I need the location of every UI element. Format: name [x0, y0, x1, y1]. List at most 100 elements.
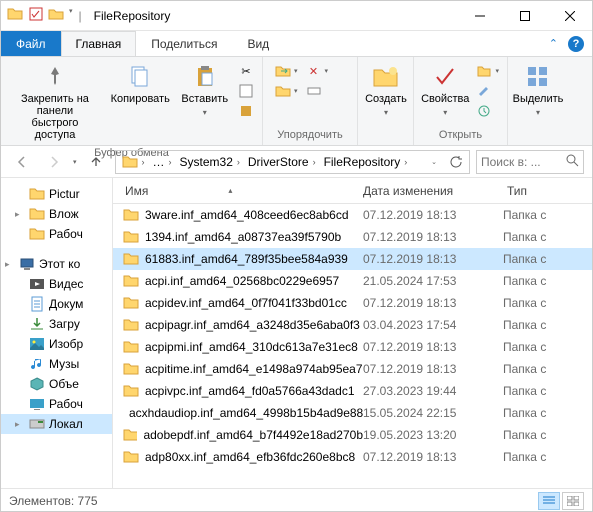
crumb-system32[interactable]: System32› — [176, 151, 244, 173]
select-icon — [527, 63, 549, 91]
tab-file[interactable]: Файл — [1, 31, 61, 56]
paste-button[interactable]: Вставить ▾ — [175, 59, 234, 121]
body: Pictur▸ВложРабоч▸Этот коВидесДокумЗагруИ… — [1, 178, 592, 488]
table-row[interactable]: acpidev.inf_amd64_0f7f041f33bd01cc07.12.… — [113, 292, 592, 314]
navigation-pane[interactable]: Pictur▸ВложРабоч▸Этот коВидесДокумЗагруИ… — [1, 178, 113, 488]
nav-item[interactable]: Объе — [1, 374, 112, 394]
pin-icon — [43, 63, 67, 91]
table-row[interactable]: 1394.inf_amd64_a08737ea39f5790b07.12.201… — [113, 226, 592, 248]
nav-forward-button[interactable] — [41, 149, 67, 175]
tab-share[interactable]: Поделиться — [136, 31, 232, 56]
cut-icon: ✂ — [238, 63, 254, 79]
tab-home[interactable]: Главная — [61, 31, 137, 56]
edit-button[interactable] — [474, 82, 501, 100]
open-button[interactable]: ▾ — [474, 62, 501, 80]
close-button[interactable] — [547, 1, 592, 31]
shortcut-icon — [238, 103, 254, 119]
rename-button[interactable] — [304, 82, 331, 100]
nav-item[interactable]: Рабоч — [1, 394, 112, 414]
pasteshortcut-button[interactable] — [236, 102, 256, 120]
table-row[interactable]: acpipmi.inf_amd64_310dc613a7e31ec807.12.… — [113, 336, 592, 358]
properties-button[interactable]: Свойства ▾ — [418, 59, 472, 121]
select-button[interactable]: Выделить ▾ — [512, 59, 564, 121]
open-icon — [476, 63, 492, 79]
qat-properties-icon[interactable] — [29, 7, 43, 24]
ribbon-tabs: Файл Главная Поделиться Вид ⌃ ? — [1, 31, 592, 56]
folder-icon — [7, 6, 23, 25]
copy-button[interactable]: Копировать — [105, 59, 176, 109]
copyto-button[interactable]: ▾ — [273, 82, 300, 100]
nav-item[interactable]: Загру — [1, 314, 112, 334]
table-row[interactable]: 3ware.inf_amd64_408ceed6ec8ab6cd07.12.20… — [113, 204, 592, 226]
table-row[interactable]: acpitime.inf_amd64_e1498a974ab95ea707.12… — [113, 358, 592, 380]
nav-item[interactable]: ▸Локал — [1, 414, 112, 434]
history-button[interactable] — [474, 102, 501, 120]
table-row[interactable]: 61883.inf_amd64_789f35bee584a93907.12.20… — [113, 248, 592, 270]
nav-item[interactable]: ▸Влож — [1, 204, 112, 224]
nav-up-button[interactable] — [83, 149, 109, 175]
nav-item[interactable]: Pictur — [1, 184, 112, 204]
copypath-button[interactable] — [236, 82, 256, 100]
qat-dropdown-icon[interactable]: ▾ — [69, 7, 73, 24]
statusbar: Элементов: 775 — [1, 488, 592, 512]
searchbox[interactable] — [476, 150, 584, 174]
col-name[interactable]: Имя▴ — [119, 184, 363, 198]
search-input[interactable] — [481, 155, 562, 169]
cut-button[interactable]: ✂ — [236, 62, 256, 80]
newfolder-icon — [373, 63, 399, 91]
address-dropdown-icon[interactable]: ⌄ — [423, 151, 445, 173]
maximize-button[interactable] — [502, 1, 547, 31]
nav-back-button[interactable] — [9, 149, 35, 175]
addressbar[interactable]: › …› System32› DriverStore› FileReposito… — [115, 150, 470, 174]
paste-icon — [193, 63, 217, 91]
table-row[interactable]: acpi.inf_amd64_02568bc0229e695721.05.202… — [113, 270, 592, 292]
nav-item[interactable]: Музы — [1, 354, 112, 374]
moveto-icon — [275, 63, 291, 79]
col-type[interactable]: Тип — [503, 184, 592, 198]
history-icon — [476, 103, 492, 119]
titlebar: ▾ | FileRepository — [1, 1, 592, 31]
column-headers: Имя▴ Дата изменения Тип — [113, 178, 592, 204]
moveto-button[interactable]: ▾ — [273, 62, 300, 80]
group-open-label: Открыть — [418, 127, 503, 143]
group-organize-label: Упорядочить — [267, 127, 353, 143]
delete-icon: ✕ — [306, 63, 322, 79]
new-button[interactable]: Создать ▾ — [362, 59, 410, 121]
crumb-filerepository[interactable]: FileRepository› — [320, 151, 412, 173]
tab-view[interactable]: Вид — [232, 31, 284, 56]
window-title: FileRepository — [88, 9, 171, 23]
table-row[interactable]: adp80xx.inf_amd64_efb36fdc260e8bc807.12.… — [113, 446, 592, 468]
nav-item[interactable]: Рабоч — [1, 224, 112, 244]
view-large-button[interactable] — [562, 492, 584, 510]
rename-icon — [306, 83, 322, 99]
copyto-icon — [275, 83, 291, 99]
pin-button[interactable]: Закрепить на панели быстрого доступа — [5, 59, 105, 145]
table-row[interactable]: adobepdf.inf_amd64_b7f4492e18ad270b19.05… — [113, 424, 592, 446]
status-count: 775 — [78, 494, 98, 508]
table-row[interactable]: acxhdaudiop.inf_amd64_4998b15b4ad9e88f..… — [113, 402, 592, 424]
address-row: ▾ › …› System32› DriverStore› FileReposi… — [1, 146, 592, 178]
crumb-dots[interactable]: …› — [149, 151, 176, 173]
table-row[interactable]: acpivpc.inf_amd64_fd0a5766a43dadc127.03.… — [113, 380, 592, 402]
nav-item[interactable]: Изобр — [1, 334, 112, 354]
copypath-icon — [238, 83, 254, 99]
search-icon — [566, 154, 579, 170]
nav-item[interactable]: Докум — [1, 294, 112, 314]
help-icon[interactable]: ? — [568, 36, 584, 52]
nav-item[interactable]: ▸Этот ко — [1, 254, 112, 274]
nav-history-icon[interactable]: ▾ — [73, 158, 77, 166]
collapse-ribbon-icon[interactable]: ⌃ — [549, 37, 558, 50]
crumb-root[interactable]: › — [118, 151, 149, 173]
refresh-button[interactable] — [445, 151, 467, 173]
table-row[interactable]: acpipagr.inf_amd64_a3248d35e6aba0f303.04… — [113, 314, 592, 336]
col-date[interactable]: Дата изменения — [363, 184, 503, 198]
delete-button[interactable]: ✕▾ — [304, 62, 331, 80]
edit-icon — [476, 83, 492, 99]
qat-newfolder-icon[interactable] — [48, 7, 64, 24]
view-details-button[interactable] — [538, 492, 560, 510]
minimize-button[interactable] — [457, 1, 502, 31]
sort-asc-icon: ▴ — [228, 186, 232, 195]
status-count-label: Элементов: — [9, 494, 74, 508]
crumb-driverstore[interactable]: DriverStore› — [244, 151, 320, 173]
nav-item[interactable]: Видес — [1, 274, 112, 294]
